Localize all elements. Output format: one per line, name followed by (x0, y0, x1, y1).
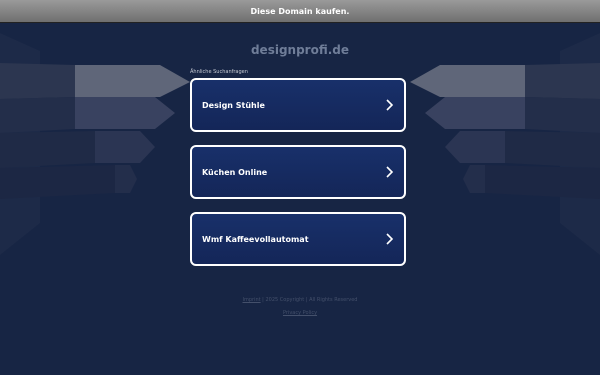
related-search-label: Küchen Online (202, 167, 268, 177)
related-search-design-stuehle[interactable]: Design Stühle (190, 78, 406, 132)
related-search-label: Wmf Kaffeevollautomat (202, 234, 309, 244)
chevron-right-icon (386, 166, 394, 178)
privacy-policy-link[interactable]: Privacy Policy (283, 310, 317, 316)
related-search-wmf-kaffeevollautomat[interactable]: Wmf Kaffeevollautomat (190, 212, 406, 266)
domain-title: designprofi.de (250, 43, 350, 57)
main-stage (0, 23, 600, 375)
decorative-background (0, 33, 600, 255)
related-searches-label: Ähnliche Suchanfragen (190, 69, 248, 75)
imprint-link[interactable]: Imprint (243, 297, 261, 303)
chevron-right-icon (386, 99, 394, 111)
buy-domain-link[interactable]: Diese Domain kaufen. (251, 7, 350, 16)
chevron-right-icon (386, 233, 394, 245)
copyright-text: | 2025 Copyright | All Rights Reserved (260, 297, 358, 303)
related-search-label: Design Stühle (202, 100, 265, 110)
footer: Imprint | 2025 Copyright | All Rights Re… (0, 297, 600, 303)
related-search-kuechen-online[interactable]: Küchen Online (190, 145, 406, 199)
privacy-row: Privacy Policy (0, 310, 600, 316)
buy-domain-bar: Diese Domain kaufen. (0, 0, 600, 23)
